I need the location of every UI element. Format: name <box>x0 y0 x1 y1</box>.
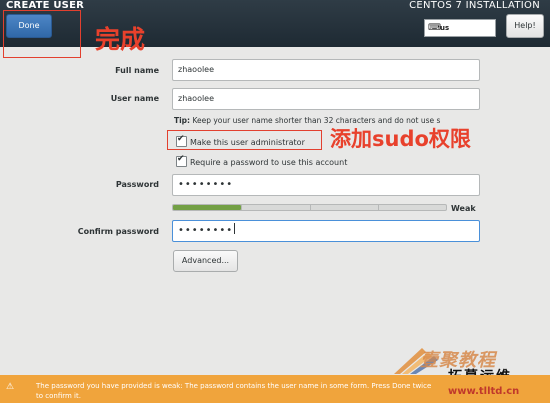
full-name-label: Full name <box>115 66 159 75</box>
confirm-password-value: •••••••• <box>178 225 234 236</box>
user-name-label: User name <box>110 94 159 103</box>
password-strength-label: Weak <box>451 204 476 213</box>
password-strength-fill <box>173 205 242 210</box>
installation-title: CENTOS 7 INSTALLATION <box>409 0 540 11</box>
advanced-button[interactable]: Advanced... <box>173 250 238 272</box>
user-name-field[interactable]: zhaoolee <box>172 88 480 110</box>
keyboard-layout-label: us <box>440 24 450 32</box>
strength-segment <box>310 205 311 210</box>
full-name-field[interactable]: zhaoolee <box>172 59 480 81</box>
password-strength-bar <box>172 204 447 211</box>
require-password-label: Require a password to use this account <box>190 158 348 167</box>
tip-prefix: Tip: <box>174 116 191 125</box>
warning-message: The password you have provided is weak: … <box>36 382 432 400</box>
help-button[interactable]: Help! <box>506 14 544 38</box>
annotation-box-done <box>3 10 81 58</box>
warning-icon: ⚠ <box>6 382 15 392</box>
confirm-password-field[interactable]: •••••••• <box>172 220 480 242</box>
annotation-box-admin <box>167 130 322 150</box>
strength-segment <box>241 205 242 210</box>
annotation-admin-note: 添加sudo权限 <box>330 127 471 151</box>
header-bar: CREATE USER Done CENTOS 7 INSTALLATION ⌨… <box>0 0 550 47</box>
keyboard-layout-indicator[interactable]: ⌨ us <box>424 19 496 37</box>
annotation-done-note: 完成 <box>95 25 146 54</box>
require-password-checkbox-row[interactable]: Require a password to use this account <box>176 154 348 167</box>
watermark-text-3: www.tlltd.cn <box>448 386 520 397</box>
password-field[interactable]: •••••••• <box>172 174 480 196</box>
require-password-checkbox[interactable] <box>176 154 187 167</box>
password-label: Password <box>115 180 159 189</box>
strength-segment <box>378 205 379 210</box>
text-cursor <box>234 223 236 234</box>
confirm-password-label: Confirm password <box>77 227 159 236</box>
